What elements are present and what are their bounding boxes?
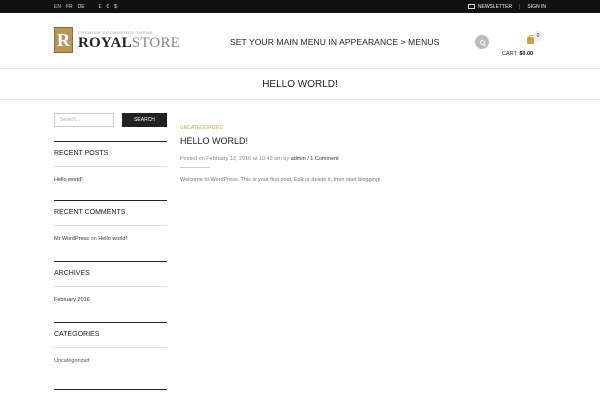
category-link[interactable]: Uncategorized bbox=[54, 358, 89, 364]
cart-total: $0.00 bbox=[519, 51, 534, 57]
widget-recent-comments: RECENT COMMENTS Mr WordPress on Hello wo… bbox=[54, 200, 167, 242]
widget-categories: CATEGORIES Uncategorized bbox=[54, 322, 167, 364]
widget-title: RECENT POSTS bbox=[54, 142, 167, 167]
top-bar: EN FR DE £ € $ NEWSLETTER | SIGN IN bbox=[0, 0, 600, 13]
currency-usd[interactable]: $ bbox=[114, 4, 117, 10]
comment-author-link[interactable]: Mr WordPress bbox=[54, 236, 89, 242]
header-search-button[interactable] bbox=[475, 35, 489, 49]
cart-widget[interactable]: 0 CART: $0.00 bbox=[497, 31, 544, 59]
recent-post-link[interactable]: Hello world! bbox=[54, 177, 83, 183]
main-menu-notice: SET YOUR MAIN MENU IN APPEARANCE > MENUS bbox=[230, 37, 440, 47]
logo-letter: R bbox=[57, 30, 70, 50]
widget-archives: ARCHIVES February 2016 bbox=[54, 261, 167, 303]
post-meta: Posted on February 12, 2016 at 10:42 am … bbox=[180, 156, 546, 162]
newsletter-label: NEWSLETTER bbox=[477, 3, 513, 10]
logo-name-store: STORE bbox=[131, 34, 181, 51]
envelope-icon bbox=[467, 3, 475, 9]
post-author-link[interactable]: admin bbox=[291, 156, 306, 162]
search-button[interactable]: SEARCH bbox=[122, 113, 167, 127]
language-currency-switcher: EN FR DE £ € $ bbox=[54, 0, 117, 13]
newsletter-link[interactable]: NEWSLETTER bbox=[467, 3, 513, 10]
comment-on-text: on bbox=[90, 236, 97, 242]
currency-eur[interactable]: € bbox=[106, 4, 109, 10]
archive-link[interactable]: February 2016 bbox=[54, 297, 90, 303]
widget-title: RECENT COMMENTS bbox=[54, 201, 167, 226]
widget-title: CATEGORIES bbox=[54, 323, 167, 348]
lang-de[interactable]: DE bbox=[78, 4, 85, 10]
post-comments-link[interactable]: 1 Comment bbox=[310, 156, 338, 162]
lang-fr[interactable]: FR bbox=[66, 4, 73, 10]
widget-recent-posts: RECENT POSTS Hello world! bbox=[54, 141, 167, 183]
cart-label: CART: bbox=[502, 51, 518, 57]
sign-in-link[interactable]: SIGN IN bbox=[527, 4, 546, 10]
sidebar: SEARCH RECENT POSTS Hello world! RECENT … bbox=[54, 113, 167, 390]
widget-rule bbox=[54, 389, 167, 390]
logo-name-royal: ROYAL bbox=[78, 34, 132, 51]
widget-title: ARCHIVES bbox=[54, 262, 167, 287]
post-article: UNCATEGORIZED HELLO WORLD! Posted on Feb… bbox=[180, 125, 546, 183]
topbar-separator: | bbox=[519, 3, 521, 10]
site-logo[interactable]: R PREMIUM ECOMMERCE THEME ROYALSTORE bbox=[54, 27, 180, 53]
site-header: R PREMIUM ECOMMERCE THEME ROYALSTORE SET… bbox=[0, 13, 600, 69]
comment-post-link[interactable]: Hello world! bbox=[98, 236, 127, 242]
post-body: Welcome to WordPress. This is your first… bbox=[180, 177, 381, 183]
post-meta-date: Posted on February 12, 2016 at 10:42 am … bbox=[180, 156, 290, 162]
logo-badge: R bbox=[54, 27, 73, 53]
widget-next bbox=[54, 389, 167, 390]
sidebar-search: SEARCH bbox=[54, 113, 167, 127]
cart-count-badge: 0 bbox=[533, 31, 543, 41]
search-icon bbox=[479, 39, 485, 45]
currency-gbp[interactable]: £ bbox=[99, 4, 102, 10]
post-title[interactable]: HELLO WORLD! bbox=[180, 136, 546, 146]
lang-en[interactable]: EN bbox=[54, 4, 61, 10]
post-category-link[interactable]: UNCATEGORIZED bbox=[180, 125, 546, 131]
post-divider bbox=[180, 167, 210, 168]
search-input[interactable] bbox=[54, 113, 114, 127]
page-title: HELLO WORLD! bbox=[0, 70, 600, 100]
